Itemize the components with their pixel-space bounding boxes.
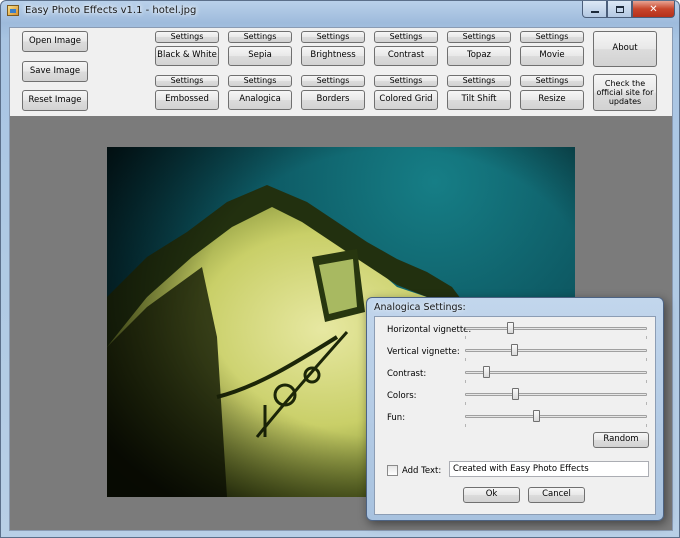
- check-updates-button[interactable]: Check the official site for updates: [593, 74, 657, 111]
- app-window: Easy Photo Effects v1.1 - hotel.jpg ✕ Op…: [0, 0, 680, 538]
- tilt-shift-settings-button[interactable]: Settings: [447, 75, 511, 87]
- random-button[interactable]: Random: [593, 432, 649, 448]
- close-icon: ✕: [649, 3, 658, 15]
- slider-track: [465, 327, 647, 330]
- slider-track: [465, 371, 647, 374]
- black-white-button[interactable]: Black & White: [155, 46, 219, 66]
- open-image-button[interactable]: Open Image: [22, 31, 88, 52]
- dialog-title: Analogica Settings:: [374, 302, 466, 313]
- contrast-settings-button[interactable]: Settings: [374, 31, 438, 43]
- contrast-button[interactable]: Contrast: [374, 46, 438, 66]
- maximize-icon: [615, 5, 624, 13]
- analogica-button[interactable]: Analogica: [228, 90, 292, 110]
- reset-image-button[interactable]: Reset Image: [22, 90, 88, 111]
- resize-button[interactable]: Resize: [520, 90, 584, 110]
- fun-slider[interactable]: [465, 410, 647, 427]
- about-button[interactable]: About: [593, 31, 657, 67]
- window-controls: ✕: [582, 1, 675, 18]
- effects-toolbar: Open Image Save Image Reset Image Settin…: [10, 28, 672, 116]
- horizontal-vignette-slider[interactable]: [465, 322, 647, 339]
- movie-settings-button[interactable]: Settings: [520, 31, 584, 43]
- minimize-icon: [590, 11, 599, 13]
- minimize-button[interactable]: [582, 1, 607, 18]
- contrast-label: Contrast:: [387, 369, 427, 379]
- slider-ticks: [465, 402, 647, 405]
- contrast-slider[interactable]: [465, 366, 647, 383]
- slider-track: [465, 415, 647, 418]
- tilt-shift-button[interactable]: Tilt Shift: [447, 90, 511, 110]
- brightness-settings-button[interactable]: Settings: [301, 31, 365, 43]
- slider-thumb[interactable]: [533, 410, 540, 422]
- slider-ticks: [465, 358, 647, 361]
- colored-grid-button[interactable]: Colored Grid: [374, 90, 438, 110]
- add-text-checkbox[interactable]: [387, 465, 398, 476]
- sepia-settings-button[interactable]: Settings: [228, 31, 292, 43]
- slider-ticks: [465, 424, 647, 427]
- colors-slider[interactable]: [465, 388, 647, 405]
- vertical-vignette-slider[interactable]: [465, 344, 647, 361]
- topaz-button[interactable]: Topaz: [447, 46, 511, 66]
- text-input[interactable]: Created with Easy Photo Effects: [449, 461, 649, 477]
- add-text-label: Add Text:: [402, 466, 442, 476]
- black-white-settings-button[interactable]: Settings: [155, 31, 219, 43]
- slider-track: [465, 349, 647, 352]
- slider-track: [465, 393, 647, 396]
- sepia-button[interactable]: Sepia: [228, 46, 292, 66]
- colored-grid-settings-button[interactable]: Settings: [374, 75, 438, 87]
- photo-app-icon: [7, 5, 19, 16]
- slider-ticks: [465, 380, 647, 383]
- title-bar[interactable]: Easy Photo Effects v1.1 - hotel.jpg ✕: [1, 1, 680, 21]
- vertical-vignette-label: Vertical vignette:: [387, 347, 460, 357]
- window-title: Easy Photo Effects v1.1 - hotel.jpg: [25, 5, 197, 16]
- horizontal-vignette-label: Horizontal vignette:: [387, 325, 472, 335]
- slider-thumb[interactable]: [511, 344, 518, 356]
- borders-settings-button[interactable]: Settings: [301, 75, 365, 87]
- analogica-settings-button[interactable]: Settings: [228, 75, 292, 87]
- borders-button[interactable]: Borders: [301, 90, 365, 110]
- colors-label: Colors:: [387, 391, 417, 401]
- cancel-button[interactable]: Cancel: [528, 487, 585, 503]
- embossed-button[interactable]: Embossed: [155, 90, 219, 110]
- slider-ticks: [465, 336, 647, 339]
- resize-settings-button[interactable]: Settings: [520, 75, 584, 87]
- save-image-button[interactable]: Save Image: [22, 61, 88, 82]
- embossed-settings-button[interactable]: Settings: [155, 75, 219, 87]
- movie-button[interactable]: Movie: [520, 46, 584, 66]
- topaz-settings-button[interactable]: Settings: [447, 31, 511, 43]
- slider-thumb[interactable]: [483, 366, 490, 378]
- analogica-settings-dialog: Analogica Settings: Horizontal vignette:…: [366, 297, 664, 521]
- fun-label: Fun:: [387, 413, 406, 423]
- brightness-button[interactable]: Brightness: [301, 46, 365, 66]
- slider-thumb[interactable]: [512, 388, 519, 400]
- maximize-button[interactable]: [607, 1, 632, 18]
- ok-button[interactable]: Ok: [463, 487, 520, 503]
- slider-thumb[interactable]: [507, 322, 514, 334]
- dialog-body: Horizontal vignette: Vertical vignette: …: [374, 316, 656, 515]
- close-button[interactable]: ✕: [632, 1, 675, 18]
